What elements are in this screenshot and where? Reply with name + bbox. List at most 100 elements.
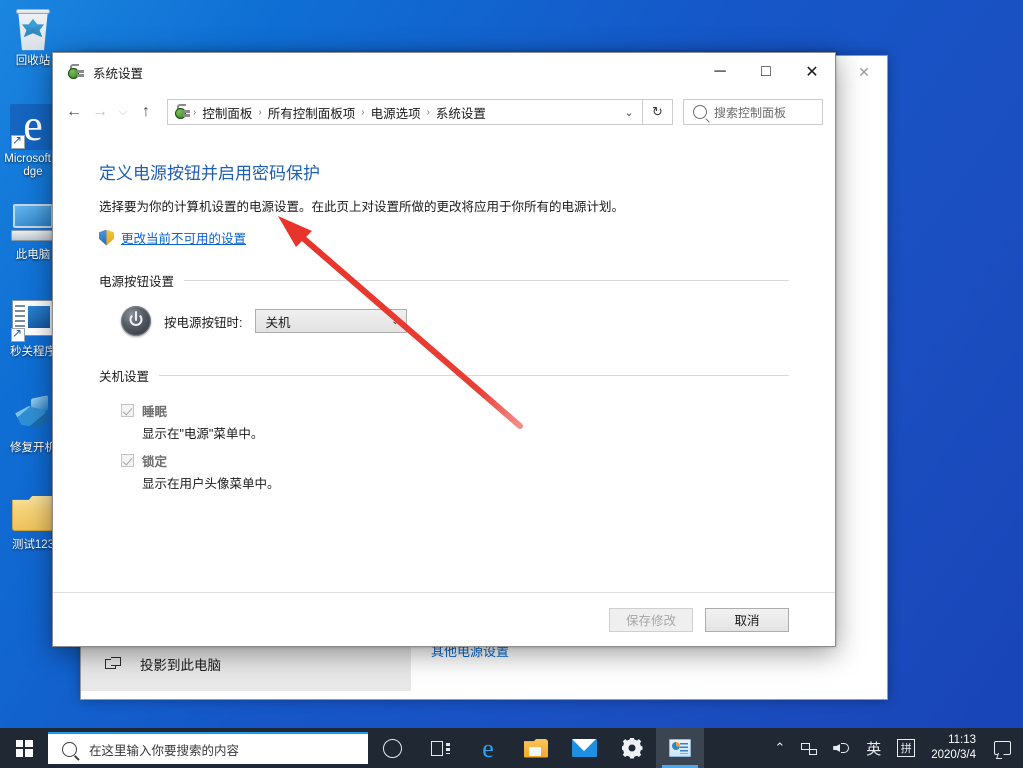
screen: 回收站 Microsoft Edge 此电脑 秒关程序 (0, 0, 1023, 768)
taskbar-mail-button[interactable] (560, 728, 608, 768)
power-plug-icon (67, 63, 84, 81)
chevron-down-icon: ⌄ (391, 315, 400, 327)
power-plug-icon (174, 104, 190, 120)
refresh-button[interactable]: ↻ (643, 99, 673, 125)
taskbar-powerpoint-button[interactable] (656, 728, 704, 768)
checkbox-lock[interactable] (121, 454, 134, 467)
shutdown-setting-lock: 锁定 显示在用户头像菜单中。 (99, 451, 789, 492)
microsoft-edge-icon (475, 735, 501, 763)
ime-mode-button[interactable]: 拼 (889, 728, 923, 768)
taskbar-file-explorer-button[interactable] (512, 728, 560, 768)
menu-item-project-to-this-pc[interactable]: 投影到此电脑 (140, 654, 221, 674)
page-description: 选择要为你的计算机设置的电源设置。在此页上对设置所做的更改将应用于你所有的电源计… (99, 200, 625, 214)
checkbox-row[interactable]: 锁定 (121, 451, 789, 470)
powerpoint-icon (669, 739, 691, 757)
cortana-icon (382, 738, 402, 758)
back-button[interactable]: ← (61, 97, 87, 127)
forward-button[interactable]: → (87, 97, 113, 127)
save-changes-button[interactable]: 保存修改 (609, 607, 693, 632)
change-unavailable-settings-link[interactable]: 更改当前不可用的设置 (121, 228, 246, 247)
uac-shield-icon (99, 230, 114, 246)
address-bar[interactable]: › 控制面板 › 所有控制面板项 › 电源选项 › 系统设置 ⌄ (167, 99, 643, 125)
navigation-bar: ← → ⌵ ↑ › 控制面板 › 所有控制面板项 › 电源选项 › 系统设置 ⌄… (53, 91, 835, 133)
power-button-action-select[interactable]: 关机 ⌄ (255, 309, 408, 333)
breadcrumb-item-all-items[interactable]: 所有控制面板项 (263, 103, 361, 122)
clock-date: 2020/3/4 (931, 749, 976, 761)
system-settings-window[interactable]: 系统设置 ─ □ ✕ ← → ⌵ ↑ › 控制面板 › 所有控制面板项 › 电源… (52, 52, 836, 647)
minimize-button[interactable]: ─ (697, 53, 743, 91)
checkbox-sleep-label: 睡眠 (142, 405, 168, 419)
close-button[interactable]: ✕ (789, 53, 835, 91)
breadcrumb-item-power-options[interactable]: 电源选项 (366, 103, 426, 122)
power-button-action-row: 按电源按钮时: 关机 ⌄ (99, 306, 789, 336)
taskbar-edge-button[interactable] (464, 728, 512, 768)
taskbar-search-input[interactable]: 在这里输入你要搜索的内容 (48, 732, 368, 764)
window-title: 系统设置 (93, 66, 144, 81)
dialog-footer: 保存修改 取消 (53, 592, 835, 646)
recycle-bin-icon (10, 6, 56, 52)
titlebar[interactable]: 系统设置 ─ □ ✕ (53, 53, 835, 91)
breadcrumb: › 控制面板 › 所有控制面板项 › 电源选项 › 系统设置 (192, 103, 618, 122)
maximize-button[interactable]: □ (743, 53, 789, 91)
breadcrumb-item-control-panel[interactable]: 控制面板 (197, 103, 257, 122)
section-title: 关机设置 (99, 370, 150, 384)
section-title: 电源按钮设置 (99, 275, 175, 289)
power-button-action-value: 关机 (265, 315, 291, 330)
search-icon (62, 741, 77, 757)
checkbox-lock-label: 锁定 (142, 455, 168, 469)
network-button[interactable] (793, 728, 825, 768)
taskbar-settings-button[interactable] (608, 728, 656, 768)
system-tray: ⌃ 英 拼 11:13 2020/3/4 (766, 728, 1023, 768)
ime-mode-icon: 拼 (897, 739, 916, 757)
taskbar: 在这里输入你要搜索的内容 ⌃ (0, 728, 1023, 768)
section-divider (184, 280, 789, 281)
file-explorer-icon (524, 738, 548, 758)
clock[interactable]: 11:13 2020/3/4 (923, 728, 986, 768)
blocks-repair-icon (10, 393, 56, 439)
recent-locations-button[interactable]: ⌵ (113, 97, 133, 127)
checkbox-sleep-description: 显示在"电源"菜单中。 (142, 427, 264, 441)
clock-time: 11:13 (948, 734, 976, 746)
section-power-button-settings: 电源按钮设置 按电源按钮时: 关机 ⌄ (99, 271, 789, 336)
task-view-button[interactable] (416, 728, 464, 768)
checkbox-lock-description: 显示在用户头像菜单中。 (142, 477, 280, 491)
ime-language-indicator[interactable]: 英 (858, 728, 889, 768)
settings-gear-icon (622, 738, 643, 759)
checkbox-sleep[interactable] (121, 404, 134, 417)
search-icon (693, 105, 707, 119)
search-input[interactable]: 搜索控制面板 (683, 99, 823, 125)
section-divider (159, 375, 789, 376)
mail-icon (571, 739, 597, 757)
program-shortcut-icon (10, 297, 56, 343)
project-to-pc-icon (105, 656, 122, 671)
folder-icon (10, 490, 56, 536)
taskbar-search-placeholder: 在这里输入你要搜索的内容 (89, 743, 240, 758)
power-button-icon (121, 306, 151, 336)
breadcrumb-item-system-settings[interactable]: 系统设置 (431, 103, 491, 122)
show-hidden-icons-button[interactable]: ⌃ (766, 728, 793, 768)
power-button-action-label: 按电源按钮时: (164, 315, 243, 330)
uac-link-row: 更改当前不可用的设置 (99, 228, 789, 247)
checkbox-row[interactable]: 睡眠 (121, 401, 789, 420)
action-center-button[interactable] (986, 728, 1019, 768)
search-placeholder: 搜索控制面板 (714, 105, 787, 120)
this-pc-icon (10, 200, 56, 246)
volume-icon (833, 741, 850, 755)
task-view-icon (430, 740, 450, 756)
volume-button[interactable] (825, 728, 858, 768)
section-header: 关机设置 (99, 366, 789, 385)
windows-start-icon (15, 739, 33, 757)
network-icon (801, 742, 818, 755)
microsoft-edge-icon (10, 98, 56, 154)
background-window-close-button[interactable]: ✕ (841, 56, 887, 88)
start-button[interactable] (0, 728, 48, 768)
chevron-down-icon[interactable]: ⌄ (618, 100, 640, 124)
cancel-button[interactable]: 取消 (705, 607, 789, 632)
up-button[interactable]: ↑ (133, 97, 159, 127)
page-title: 定义电源按钮并启用密码保护 (99, 164, 320, 183)
section-shutdown-settings: 关机设置 睡眠 显示在"电源"菜单中。 锁定 显示在用户头像菜单中。 (99, 366, 789, 492)
section-header: 电源按钮设置 (99, 271, 789, 290)
content-area: 定义电源按钮并启用密码保护 选择要为你的计算机设置的电源设置。在此页上对设置所做… (53, 133, 835, 592)
cortana-button[interactable] (368, 728, 416, 768)
shutdown-setting-sleep: 睡眠 显示在"电源"菜单中。 (99, 401, 789, 442)
